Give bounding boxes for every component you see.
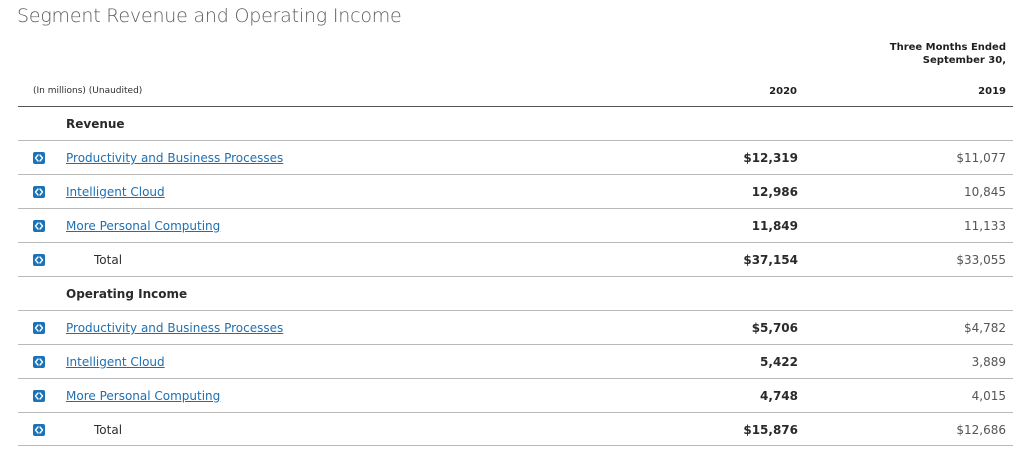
value-2019: $4,782: [964, 321, 1006, 335]
expand-icon[interactable]: [33, 424, 45, 436]
total-label: Total: [94, 423, 123, 437]
table-row: More Personal Computing 11,849 11,133: [18, 208, 1013, 242]
segment-table: Revenue Productivity and Business Proces…: [18, 106, 1013, 446]
value-2020: 4,748: [760, 389, 798, 403]
value-2019: $11,077: [956, 151, 1006, 165]
value-2020: 5,422: [760, 355, 798, 369]
period-header-line1: Three Months Ended: [889, 42, 1006, 53]
column-header-2020: 2020: [769, 86, 797, 97]
value-2020: $12,319: [743, 151, 798, 165]
segment-link-intelligent-cloud[interactable]: Intelligent Cloud: [66, 185, 165, 199]
page-title: Segment Revenue and Operating Income: [17, 5, 402, 27]
table-row: Intelligent Cloud 5,422 3,889: [18, 344, 1013, 378]
period-header: Three Months Ended September 30,: [890, 41, 1006, 67]
segment-link-more-personal-computing[interactable]: More Personal Computing: [66, 389, 220, 403]
section-header-row: Operating Income: [18, 276, 1013, 310]
segment-link-intelligent-cloud[interactable]: Intelligent Cloud: [66, 355, 165, 369]
segment-link-more-personal-computing[interactable]: More Personal Computing: [66, 219, 220, 233]
value-2019: $33,055: [956, 253, 1006, 267]
value-2020: $5,706: [751, 321, 798, 335]
expand-icon[interactable]: [33, 186, 45, 198]
value-2019: 10,845: [964, 185, 1006, 199]
table-row: Productivity and Business Processes $12,…: [18, 140, 1013, 174]
total-label: Total: [94, 253, 123, 267]
table-row: More Personal Computing 4,748 4,015: [18, 378, 1013, 412]
table-row: Intelligent Cloud 12,986 10,845: [18, 174, 1013, 208]
expand-icon[interactable]: [33, 322, 45, 334]
expand-icon[interactable]: [33, 356, 45, 368]
value-2019: $12,686: [956, 423, 1006, 437]
section-header-row: Revenue: [18, 106, 1013, 140]
table-row: Productivity and Business Processes $5,7…: [18, 310, 1013, 344]
segment-link-productivity[interactable]: Productivity and Business Processes: [66, 321, 283, 335]
expand-icon[interactable]: [33, 152, 45, 164]
total-row: Total $37,154 $33,055: [18, 242, 1013, 276]
value-2019: 3,889: [971, 355, 1006, 369]
value-2020: 11,849: [751, 219, 798, 233]
units-label: (In millions) (Unaudited): [33, 86, 143, 96]
section-label-revenue: Revenue: [66, 117, 125, 131]
period-header-line2: September 30,: [922, 55, 1006, 66]
expand-icon[interactable]: [33, 390, 45, 402]
value-2020: $15,876: [743, 423, 798, 437]
expand-icon[interactable]: [33, 220, 45, 232]
expand-icon[interactable]: [33, 254, 45, 266]
total-row: Total $15,876 $12,686: [18, 412, 1013, 446]
segment-link-productivity[interactable]: Productivity and Business Processes: [66, 151, 283, 165]
value-2020: $37,154: [743, 253, 798, 267]
value-2020: 12,986: [751, 185, 798, 199]
value-2019: 4,015: [971, 389, 1006, 403]
column-header-2019: 2019: [978, 86, 1006, 97]
section-label-operating-income: Operating Income: [66, 287, 188, 301]
value-2019: 11,133: [964, 219, 1006, 233]
